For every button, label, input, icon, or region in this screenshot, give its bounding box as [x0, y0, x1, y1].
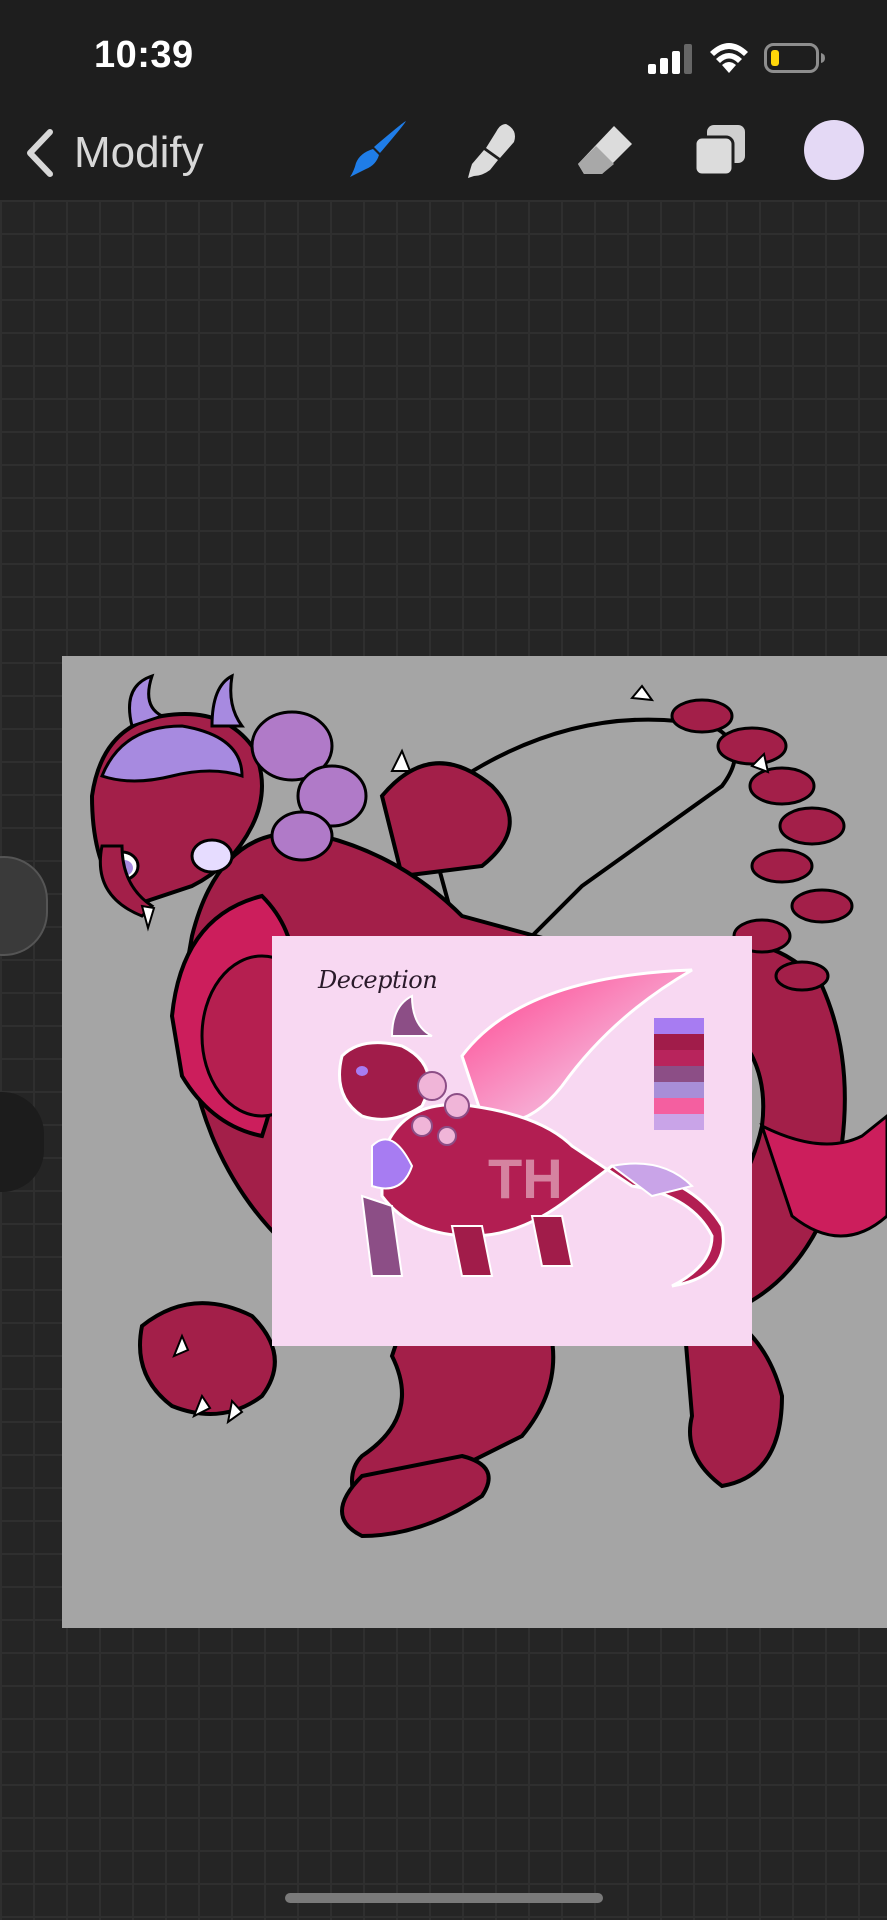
eraser-tool-button[interactable]	[570, 114, 642, 186]
palette-swatch	[654, 1034, 704, 1050]
brush-tool-button[interactable]	[343, 114, 415, 186]
palette-swatch	[654, 1018, 704, 1034]
home-indicator[interactable]	[285, 1893, 603, 1903]
status-time: 10:39	[94, 34, 194, 76]
palette-swatch	[654, 1082, 704, 1098]
cellular-signal-icon	[648, 44, 692, 74]
palette-swatch	[654, 1098, 704, 1114]
layers-icon	[693, 125, 745, 177]
wifi-icon	[710, 43, 748, 73]
back-button-label: Modify	[74, 128, 204, 177]
layers-button[interactable]	[684, 114, 756, 186]
chevron-left-icon	[27, 129, 53, 177]
status-bar: 10:39	[0, 0, 887, 110]
brush-icon	[350, 121, 406, 177]
battery-icon	[764, 43, 825, 73]
palette-swatch	[654, 1066, 704, 1082]
smudge-tool-button[interactable]	[456, 114, 528, 186]
eraser-icon	[578, 126, 632, 174]
color-button[interactable]	[798, 114, 870, 186]
reference-image[interactable]: Deception TH	[272, 936, 752, 1346]
smudge-icon	[468, 124, 515, 178]
current-color-swatch	[804, 120, 864, 180]
back-button[interactable]: Modify	[22, 120, 204, 186]
palette-swatch	[654, 1050, 704, 1066]
palette-swatch	[654, 1114, 704, 1130]
reference-dragon: TH	[338, 968, 725, 1288]
watermark: TH	[488, 1147, 563, 1210]
